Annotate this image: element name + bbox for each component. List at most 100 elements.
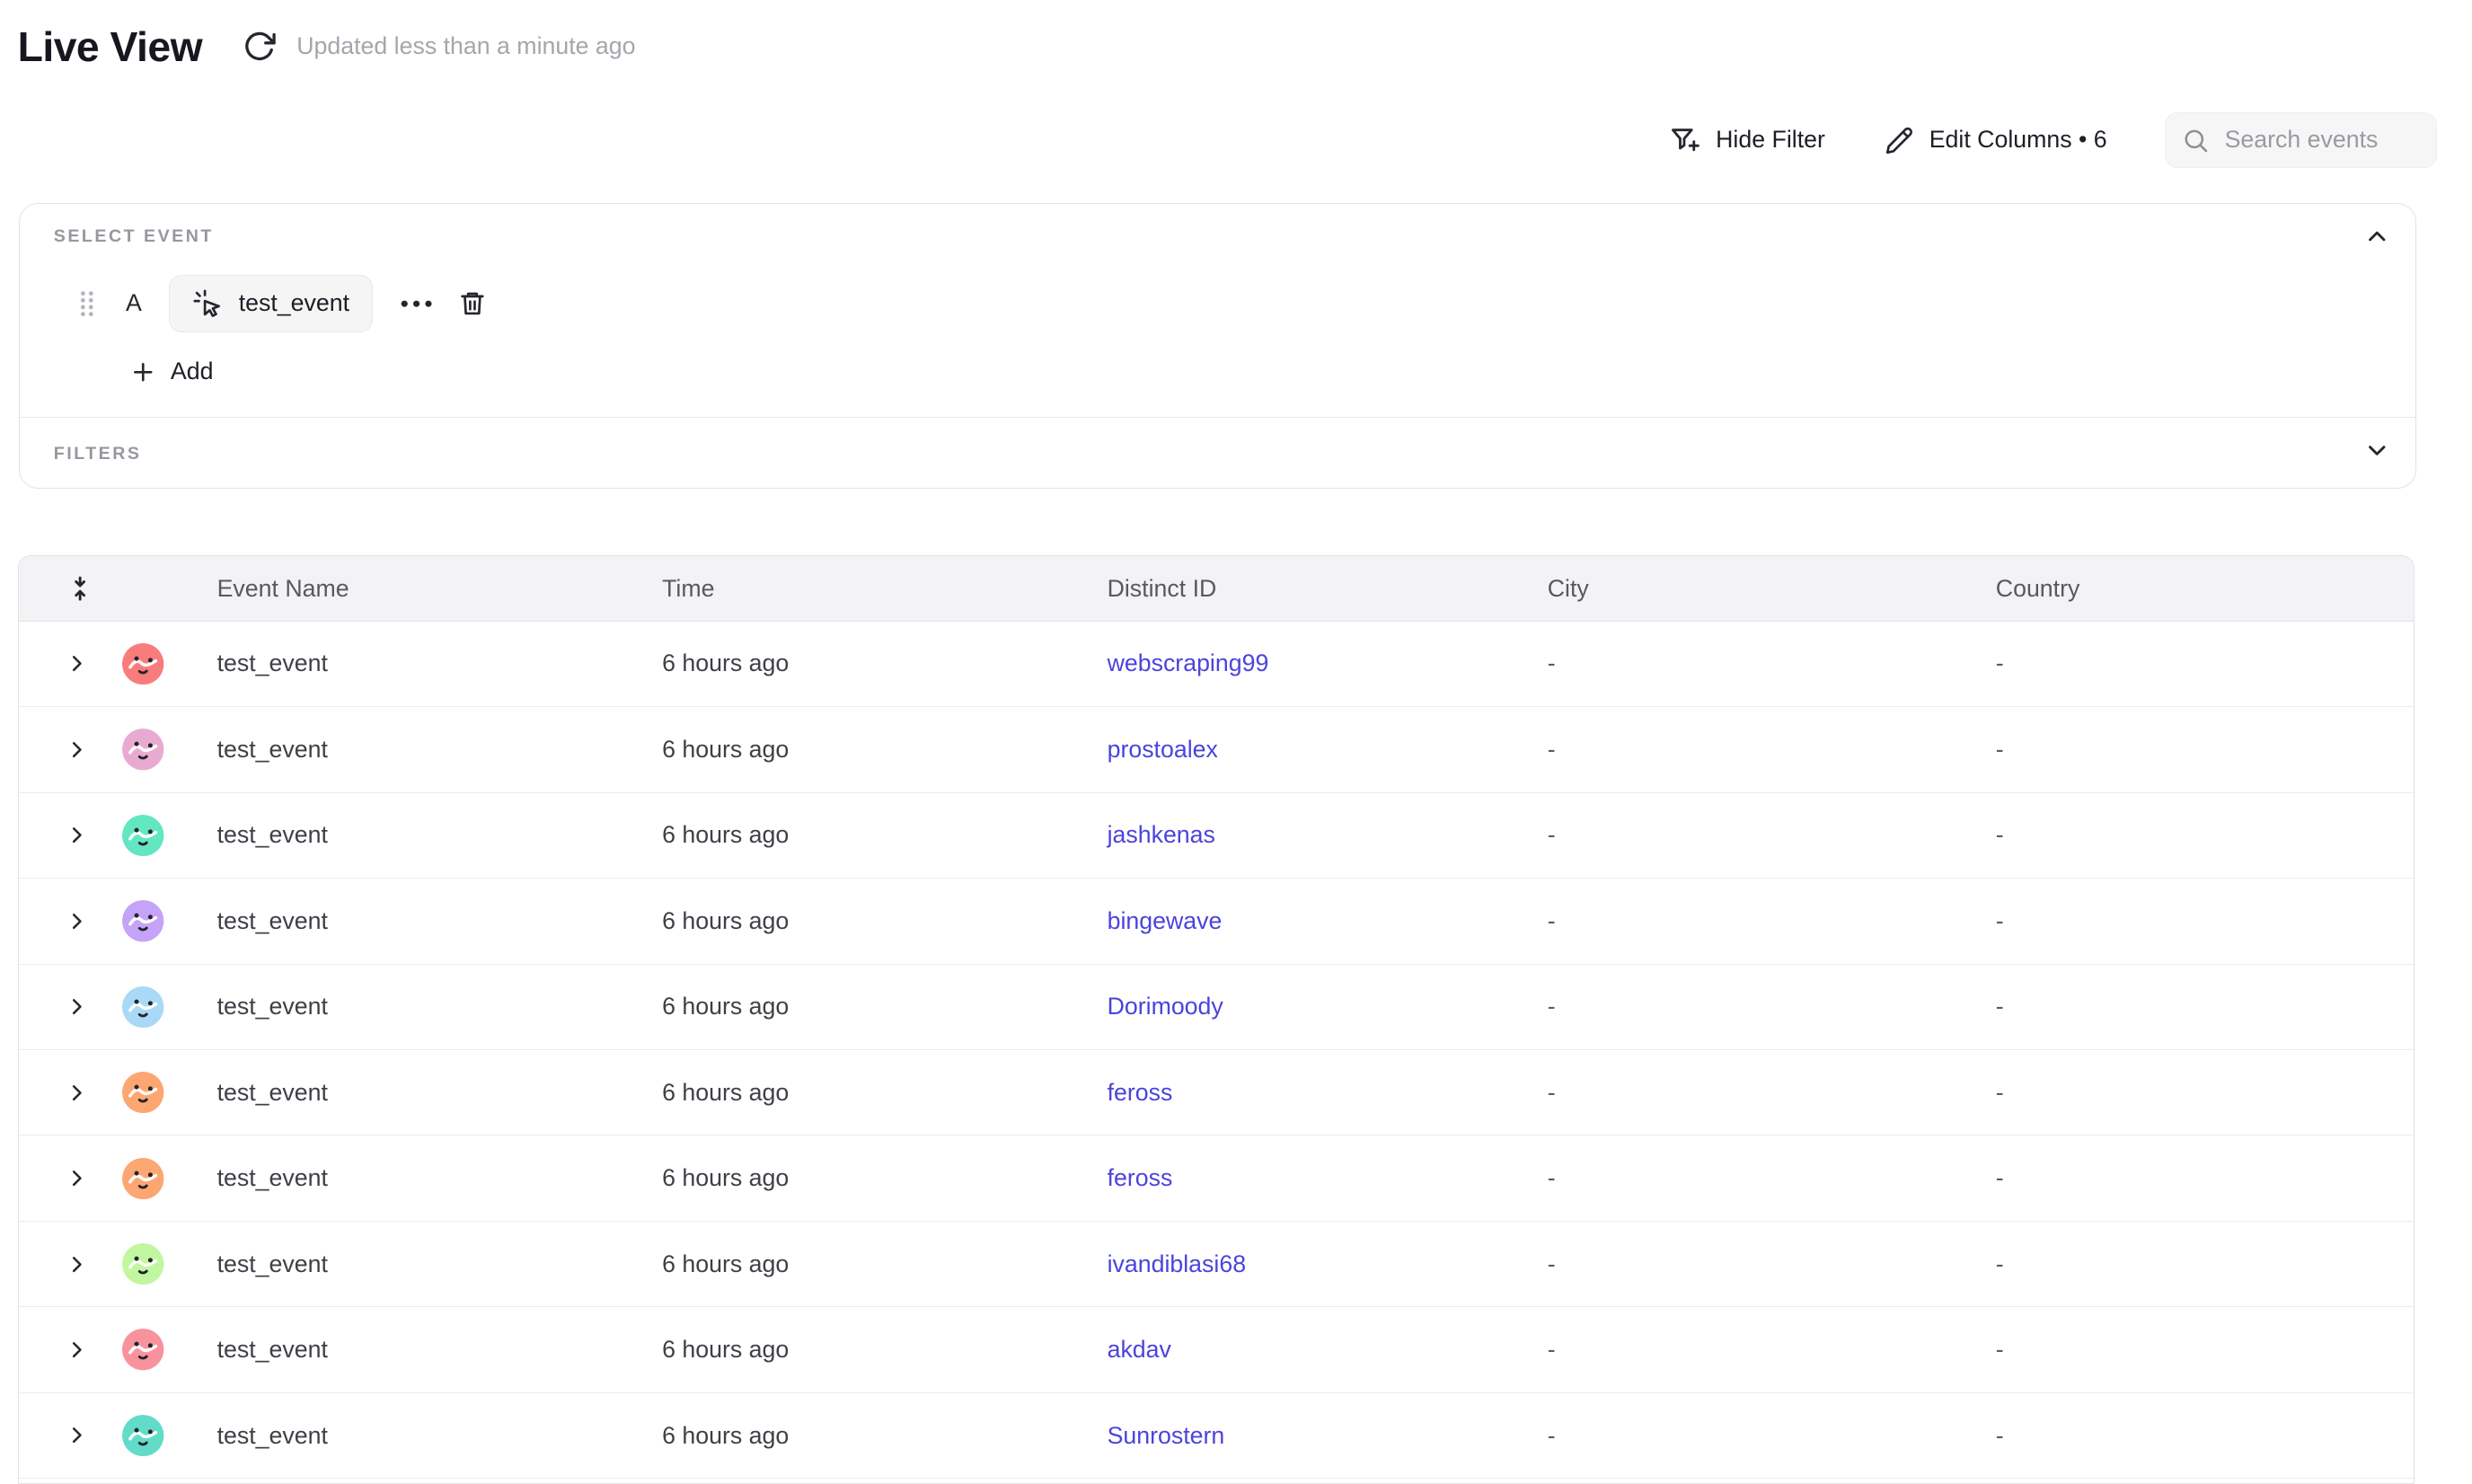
event-name-cell: test_event — [181, 649, 627, 677]
chevron-down-icon — [2364, 437, 2390, 464]
event-name-cell: test_event — [181, 1422, 627, 1450]
distinct-id-link[interactable]: bingewave — [1108, 907, 1223, 934]
user-avatar — [122, 1158, 163, 1199]
table-row[interactable]: test_event 6 hours ago bingewave - - — [19, 879, 2414, 964]
column-header-country[interactable]: Country — [1961, 575, 2414, 603]
chevron-right-icon[interactable] — [66, 1082, 87, 1103]
event-name-cell: test_event — [181, 1250, 627, 1278]
avatar-cell — [105, 815, 182, 856]
event-chip-label: test_event — [239, 289, 349, 317]
table-row[interactable]: test_event 6 hours ago ivandiblasi68 - - — [19, 1222, 2414, 1307]
event-more-button[interactable] — [399, 297, 434, 310]
search-events-input[interactable] — [2221, 125, 2420, 156]
edit-columns-button[interactable]: Edit Columns • 6 — [1885, 125, 2107, 155]
city-cell: - — [1513, 1422, 1961, 1450]
city-cell: - — [1513, 993, 1961, 1020]
chevron-right-icon[interactable] — [66, 825, 87, 845]
table-row[interactable]: test_event 6 hours ago feross - - — [19, 1050, 2414, 1135]
time-cell: 6 hours ago — [627, 1164, 1073, 1192]
event-selector-chip[interactable]: test_event — [169, 275, 373, 332]
distinct-id-link[interactable]: Sunrostern — [1108, 1422, 1225, 1449]
distinct-id-link[interactable]: feross — [1108, 1079, 1173, 1106]
table-row[interactable]: test_event 6 hours ago Dorimoody - - — [19, 965, 2414, 1050]
page-title: Live View — [18, 22, 203, 71]
more-dots-icon — [399, 297, 434, 310]
avatar-cell — [105, 986, 182, 1028]
distinct-id-link[interactable]: prostoalex — [1108, 736, 1218, 763]
distinct-id-link[interactable]: Dorimoody — [1108, 993, 1223, 1020]
chevron-right-icon[interactable] — [66, 1425, 87, 1445]
distinct-id-link[interactable]: webscraping99 — [1108, 649, 1269, 676]
column-header-event-name[interactable]: Event Name — [181, 575, 627, 603]
event-name-cell: test_event — [181, 993, 627, 1020]
distinct-id-link[interactable]: jashkenas — [1108, 821, 1215, 848]
delete-event-button[interactable] — [457, 288, 488, 319]
add-event-button[interactable]: Add — [130, 358, 213, 385]
avatar-cell — [105, 1158, 182, 1199]
updated-status: Updated less than a minute ago — [296, 32, 635, 60]
table-row[interactable]: test_event 6 hours ago prostoalex - - — [19, 707, 2414, 792]
time-cell: 6 hours ago — [627, 1422, 1073, 1450]
column-header-city[interactable]: City — [1513, 575, 1961, 603]
table-row[interactable]: test_event 6 hours ago Sunrostern - - — [19, 1393, 2414, 1479]
edit-columns-label: Edit Columns • 6 — [1929, 126, 2107, 154]
collapse-all-button[interactable] — [19, 575, 105, 602]
filters-section[interactable]: FILTERS — [20, 417, 2415, 488]
refresh-icon — [243, 30, 276, 63]
search-icon — [2182, 127, 2209, 154]
drag-handle-icon[interactable] — [78, 289, 96, 318]
event-name-cell: test_event — [181, 907, 627, 935]
column-header-time[interactable]: Time — [627, 575, 1073, 603]
distinct-id-link[interactable]: akdav — [1108, 1336, 1171, 1363]
table-row[interactable]: test_event 6 hours ago webscraping99 - - — [19, 622, 2414, 707]
chevron-right-icon[interactable] — [66, 996, 87, 1017]
row-expander-cell — [19, 1339, 105, 1360]
chevron-right-icon[interactable] — [66, 653, 87, 674]
chevron-right-icon[interactable] — [66, 739, 87, 760]
table-row[interactable]: test_event 6 hours ago jashkenas - - — [19, 793, 2414, 879]
row-expander-cell — [19, 996, 105, 1017]
user-avatar — [122, 1072, 163, 1113]
user-avatar — [122, 729, 163, 770]
chevron-right-icon[interactable] — [66, 1254, 87, 1275]
city-cell: - — [1513, 1079, 1961, 1107]
distinct-id-link[interactable]: ivandiblasi68 — [1108, 1250, 1246, 1277]
row-expander-cell — [19, 825, 105, 845]
city-cell: - — [1513, 1164, 1961, 1192]
country-cell: - — [1961, 649, 2414, 677]
avatar-cell — [105, 1415, 182, 1456]
event-query-row: A test_event — [78, 275, 489, 332]
table-row[interactable]: test_event 6 hours ago feross - - — [19, 1135, 2414, 1221]
time-cell: 6 hours ago — [627, 649, 1073, 677]
country-cell: - — [1961, 1336, 2414, 1364]
distinct-id-link[interactable]: feross — [1108, 1164, 1173, 1191]
expand-filters-button[interactable] — [2364, 437, 2390, 464]
table-body: test_event 6 hours ago webscraping99 - -… — [19, 622, 2414, 1480]
avatar-cell — [105, 900, 182, 941]
country-cell: - — [1961, 1164, 2414, 1192]
time-cell: 6 hours ago — [627, 736, 1073, 764]
chevron-right-icon[interactable] — [66, 1339, 87, 1360]
city-cell: - — [1513, 1336, 1961, 1364]
toolbar: Hide Filter Edit Columns • 6 — [1669, 112, 2436, 168]
page-header: Live View Updated less than a minute ago — [18, 22, 636, 71]
row-expander-cell — [19, 911, 105, 932]
country-cell: - — [1961, 821, 2414, 849]
hide-filter-button[interactable]: Hide Filter — [1669, 124, 1824, 156]
plus-icon — [130, 359, 156, 385]
hide-filter-label: Hide Filter — [1716, 126, 1825, 154]
collapse-section-button[interactable] — [2364, 224, 2390, 250]
refresh-button[interactable] — [243, 30, 276, 63]
chevron-right-icon[interactable] — [66, 911, 87, 932]
row-expander-cell — [19, 1168, 105, 1188]
row-expander-cell — [19, 1425, 105, 1445]
table-row[interactable]: test_event 6 hours ago akdav - - — [19, 1307, 2414, 1392]
column-header-distinct-id[interactable]: Distinct ID — [1072, 575, 1512, 603]
trash-icon — [457, 288, 488, 319]
chevron-right-icon[interactable] — [66, 1168, 87, 1188]
query-builder-card: SELECT EVENT A — [19, 203, 2415, 488]
country-cell: - — [1961, 1079, 2414, 1107]
search-events-box[interactable] — [2165, 112, 2437, 168]
events-table: Event Name Time Distinct ID City Country… — [18, 555, 2415, 1484]
row-expander-cell — [19, 1082, 105, 1103]
